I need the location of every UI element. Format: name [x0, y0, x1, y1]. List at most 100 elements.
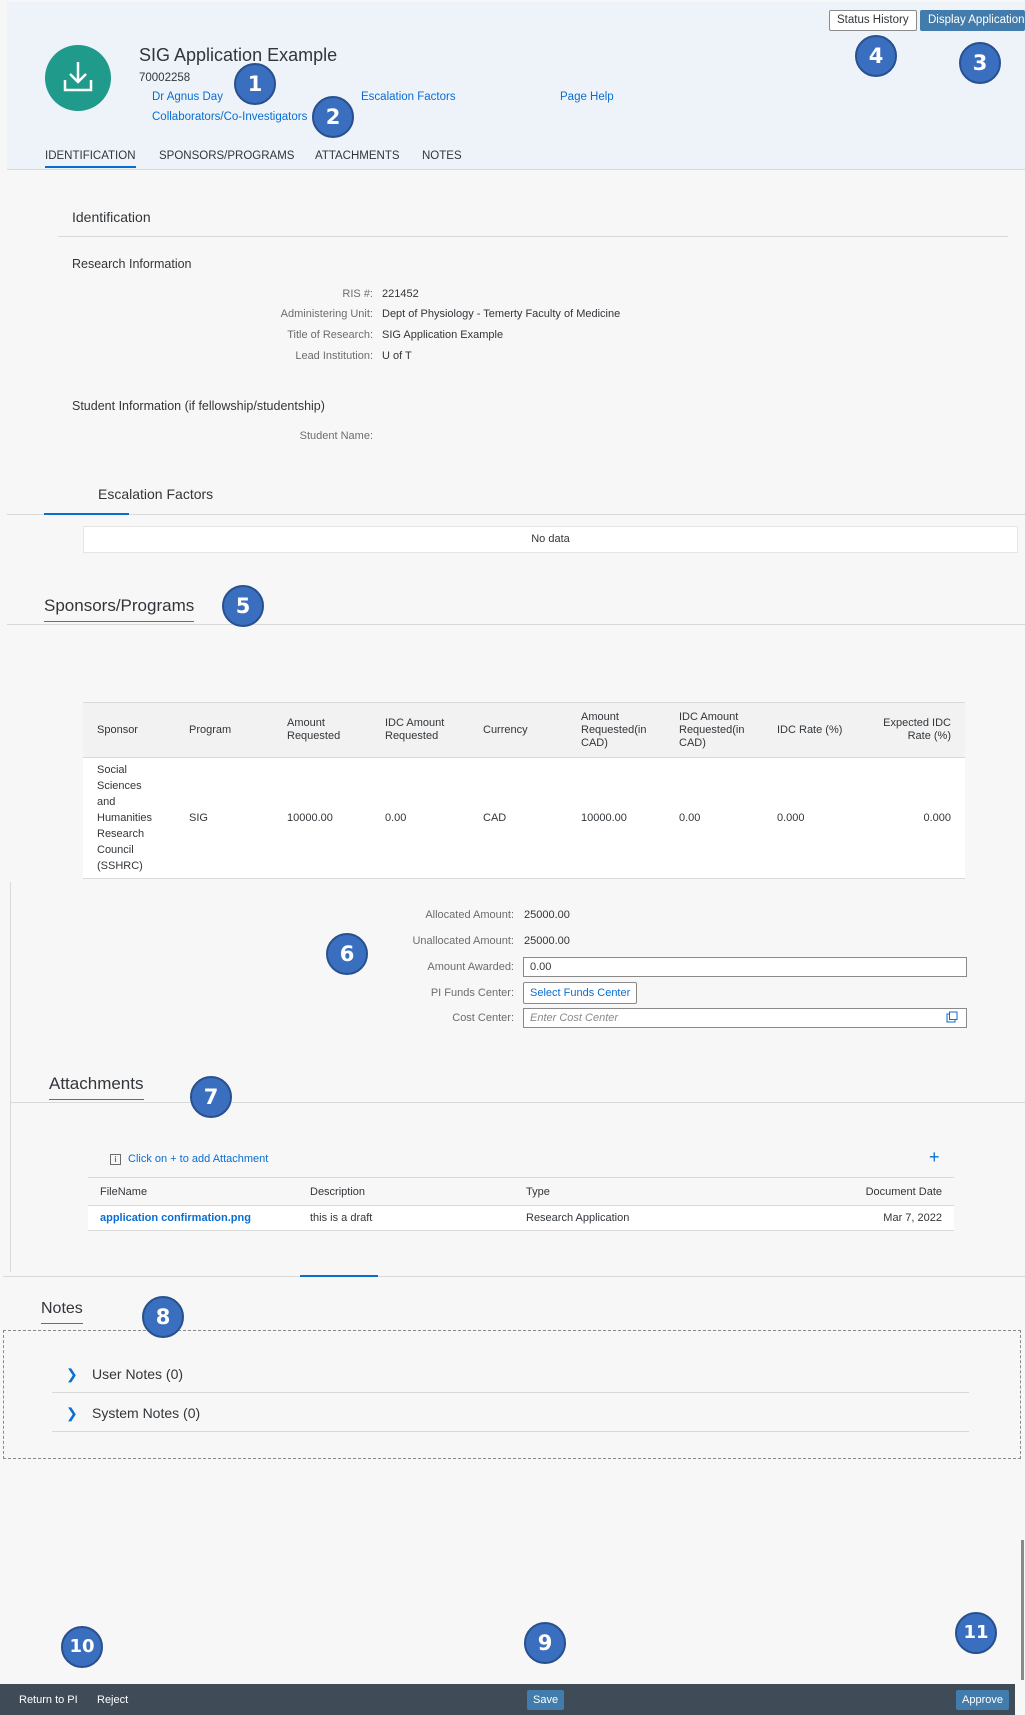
table-row[interactable]: application confirmation.png this is a d… — [88, 1205, 954, 1231]
escalation-tab-indicator — [44, 513, 129, 515]
amount-awarded-input[interactable]: 0.00 — [523, 957, 967, 977]
administering-unit-value: Dept of Physiology - Temerty Faculty of … — [382, 308, 621, 320]
pi-link[interactable]: Dr Agnus Day — [152, 91, 223, 103]
annotation-marker-10: 10 — [61, 1626, 103, 1668]
download-tray-icon — [63, 62, 93, 92]
column-header: Document Date — [734, 1177, 954, 1206]
display-application-button[interactable]: Display Application — [920, 10, 1025, 31]
user-notes-label: User Notes (0) — [92, 1366, 184, 1382]
tab-notes[interactable]: NOTES — [422, 150, 462, 162]
tab-attachments[interactable]: ATTACHMENTS — [315, 150, 400, 162]
ris-value: 221452 — [382, 288, 419, 300]
column-header: Program — [175, 702, 273, 758]
cost-center-label: Cost Center: — [452, 1012, 514, 1024]
tab-sponsors-programs[interactable]: SPONSORS/PROGRAMS — [159, 150, 294, 162]
footer-toolbar — [0, 1684, 1015, 1715]
tab-identification[interactable]: IDENTIFICATION — [45, 150, 136, 168]
system-notes-group[interactable]: ❯ System Notes (0) — [52, 1394, 969, 1432]
cost-center-input[interactable]: Enter Cost Center — [523, 1008, 967, 1028]
annotation-marker-7: 7 — [190, 1076, 232, 1118]
add-attachment-icon[interactable]: + — [929, 1148, 940, 1166]
value-help-icon[interactable] — [946, 1011, 958, 1023]
divider — [3, 1276, 1025, 1277]
identification-title: Identification — [72, 209, 151, 225]
escalation-factors-title: Escalation Factors — [98, 486, 214, 502]
unallocated-amount-label: Unallocated Amount: — [412, 935, 514, 947]
user-notes-group[interactable]: ❯ User Notes (0) — [52, 1355, 969, 1393]
sponsors-programs-title: Sponsors/Programs — [44, 596, 195, 622]
column-header: Expected IDC Rate (%) — [861, 702, 965, 758]
column-header: IDC Rate (%) — [763, 702, 861, 758]
sponsor-cell: Social Sciences and Humanities Research … — [83, 757, 175, 879]
notes-title: Notes — [41, 1300, 83, 1324]
idc-amount-cell: 0.00 — [371, 757, 469, 879]
ris-label: RIS #: — [342, 288, 373, 300]
document-date-cell: Mar 7, 2022 — [734, 1205, 954, 1231]
annotation-marker-9: 9 — [524, 1622, 566, 1664]
scrollbar-thumb[interactable] — [1021, 1540, 1024, 1680]
divider — [58, 236, 1008, 237]
type-cell: Research Application — [514, 1205, 734, 1231]
application-avatar — [45, 45, 111, 111]
attachments-title: Attachments — [49, 1074, 144, 1100]
table-header-row: FileName Description Type Document Date — [88, 1177, 954, 1206]
collaborators-link[interactable]: Collaborators/Co-Investigators — [152, 111, 307, 123]
annotation-marker-4: 4 — [855, 35, 897, 77]
table-header-row: Sponsor Program Amount Requested IDC Amo… — [83, 702, 965, 758]
annotation-marker-6: 6 — [326, 933, 368, 975]
annotation-marker-1: 1 — [234, 63, 276, 105]
administering-unit-label: Administering Unit: — [280, 308, 373, 320]
annotation-marker-8: 8 — [142, 1296, 184, 1338]
amount-awarded-label: Amount Awarded: — [427, 961, 514, 973]
table-row[interactable]: Social Sciences and Humanities Research … — [83, 757, 965, 879]
research-info-title: Research Information — [72, 257, 192, 271]
program-cell: SIG — [175, 757, 273, 879]
escalation-empty: No data — [83, 526, 1018, 553]
column-header: FileName — [88, 1177, 298, 1206]
sponsors-table: Sponsor Program Amount Requested IDC Amo… — [83, 702, 965, 879]
select-funds-center-button[interactable]: Select Funds Center — [523, 982, 638, 1004]
info-icon: i — [110, 1154, 121, 1165]
approve-button[interactable]: Approve — [956, 1690, 1009, 1710]
return-to-pi-button[interactable]: Return to PI — [13, 1690, 84, 1710]
lead-institution-value: U of T — [382, 350, 412, 362]
amount-requested-cell: 10000.00 — [273, 757, 371, 879]
divider — [7, 514, 1025, 515]
allocated-amount-value: 25000.00 — [524, 909, 570, 921]
description-cell: this is a draft — [298, 1205, 514, 1231]
column-header: Description — [298, 1177, 514, 1206]
title-of-research-label: Title of Research: — [287, 329, 373, 341]
divider — [7, 624, 1025, 625]
amount-cad-cell: 10000.00 — [567, 757, 665, 879]
status-history-button[interactable]: Status History — [829, 10, 917, 31]
column-header: IDC Amount Requested — [371, 702, 469, 758]
escalation-factors-link[interactable]: Escalation Factors — [361, 91, 456, 103]
column-header: Type — [514, 1177, 734, 1206]
title-of-research-value: SIG Application Example — [382, 329, 504, 341]
reject-button[interactable]: Reject — [91, 1690, 134, 1710]
file-name-link[interactable]: application confirmation.png — [88, 1205, 298, 1231]
lead-institution-label: Lead Institution: — [295, 350, 373, 362]
annotation-marker-2: 2 — [312, 96, 354, 138]
expected-idc-rate-cell: 0.000 — [861, 757, 965, 879]
allocated-amount-label: Allocated Amount: — [425, 909, 514, 921]
idc-rate-cell: 0.000 — [763, 757, 861, 879]
unallocated-amount-value: 25000.00 — [524, 935, 570, 947]
column-header: Amount Requested — [273, 702, 371, 758]
page-title: SIG Application Example — [139, 45, 338, 65]
column-header: IDC Amount Requested(in CAD) — [665, 702, 763, 758]
chevron-right-icon: ❯ — [66, 1405, 78, 1421]
chevron-right-icon: ❯ — [66, 1366, 78, 1382]
object-number: 70002258 — [139, 72, 191, 84]
section-border — [10, 882, 11, 1272]
annotation-marker-11: 11 — [955, 1612, 997, 1654]
pi-funds-center-label: PI Funds Center: — [430, 987, 514, 999]
page-help-link[interactable]: Page Help — [560, 91, 614, 103]
column-header: Sponsor — [83, 702, 175, 758]
column-header: Amount Requested(in CAD) — [567, 702, 665, 758]
divider — [10, 1102, 1025, 1103]
student-info-title: Student Information (if fellowship/stude… — [72, 399, 325, 413]
annotation-marker-3: 3 — [959, 42, 1001, 84]
attachments-tab-indicator — [300, 1275, 378, 1277]
save-button[interactable]: Save — [527, 1690, 565, 1710]
